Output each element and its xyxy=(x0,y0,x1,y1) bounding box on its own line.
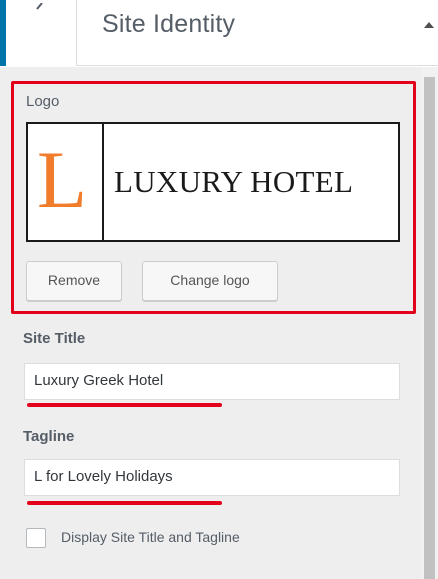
change-logo-button[interactable]: Change logo xyxy=(142,261,278,301)
logo-preview-letter: L xyxy=(37,134,88,225)
logo-divider xyxy=(102,124,104,240)
active-accent-bar xyxy=(0,0,6,66)
site-title-highlight-underline xyxy=(27,403,222,407)
display-title-tagline-label[interactable]: Display Site Title and Tagline xyxy=(61,529,240,545)
tagline-input[interactable]: L for Lovely Holidays xyxy=(24,459,400,496)
scrollbar[interactable] xyxy=(421,67,438,579)
tagline-label: Tagline xyxy=(23,428,75,445)
remove-logo-button[interactable]: Remove xyxy=(26,261,122,301)
section-title: Site Identity xyxy=(102,10,236,38)
tagline-highlight-underline xyxy=(27,501,222,505)
site-title-input[interactable]: Luxury Greek Hotel xyxy=(24,363,400,400)
display-title-tagline-checkbox[interactable] xyxy=(26,528,46,548)
arrow-up-icon[interactable] xyxy=(422,19,436,31)
scrollbar-thumb[interactable] xyxy=(424,77,435,579)
site-title-label: Site Title xyxy=(23,330,86,347)
logo-label: Logo xyxy=(26,93,60,110)
chevron-left-icon xyxy=(36,3,43,10)
logo-preview-image[interactable]: L LUXURY HOTEL xyxy=(26,122,400,242)
back-button[interactable] xyxy=(0,0,77,66)
customizer-header: Site Identity xyxy=(0,0,438,66)
logo-preview-text: LUXURY HOTEL xyxy=(114,164,354,199)
